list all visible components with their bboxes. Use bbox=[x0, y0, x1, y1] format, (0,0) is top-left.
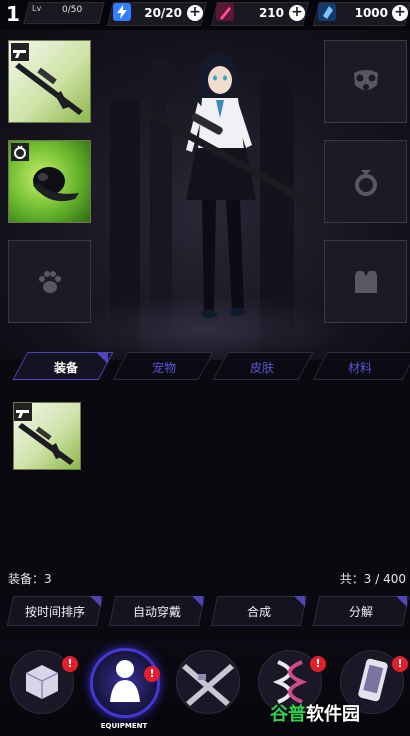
dna-icon bbox=[272, 660, 308, 704]
crystal-value: 1000 bbox=[354, 6, 388, 20]
weapon-slot[interactable] bbox=[8, 40, 91, 123]
watermark-part2: 软件园 bbox=[306, 704, 360, 725]
character-stage bbox=[0, 30, 410, 360]
add-crystal-button[interactable]: + bbox=[392, 5, 408, 21]
sniper-rifle-icon bbox=[18, 423, 74, 465]
dismantle-label: 分解 bbox=[348, 605, 373, 619]
nav-weapons[interactable] bbox=[170, 650, 246, 730]
tab-equipment-label: 装备 bbox=[53, 361, 78, 375]
combine-label: 合成 bbox=[246, 605, 271, 619]
helmet-item-icon bbox=[33, 167, 79, 202]
mask-slot[interactable] bbox=[324, 40, 407, 123]
phone-badge: ! bbox=[392, 656, 408, 672]
shirt-icon bbox=[354, 270, 377, 293]
cube-badge: ! bbox=[62, 656, 78, 672]
top-resource-bar: 1 Lv 0/50 20/20 + 210 + 1000 + bbox=[0, 0, 410, 30]
nav-equipment[interactable]: ! EQUIPMENT bbox=[86, 648, 162, 730]
player-level: 1 bbox=[6, 2, 20, 26]
equip-count: 装备：3 bbox=[8, 572, 52, 586]
tab-materials-label: 材料 bbox=[347, 361, 372, 375]
crystal-icon bbox=[318, 3, 336, 21]
tab-pets-label: 宠物 bbox=[151, 361, 176, 375]
character-model[interactable] bbox=[140, 40, 340, 340]
watermark-part1: 谷普 bbox=[270, 704, 306, 725]
phone-icon bbox=[358, 658, 388, 702]
clothing-slot[interactable] bbox=[324, 240, 407, 323]
add-ammo-button[interactable]: + bbox=[289, 5, 305, 21]
add-energy-button[interactable]: + bbox=[187, 5, 203, 21]
inventory-tabs: 装备 宠物 皮肤 材料 bbox=[0, 352, 410, 382]
pet-slot[interactable] bbox=[8, 240, 91, 323]
total-count: 共：3 / 400 bbox=[339, 572, 406, 586]
ring-icon bbox=[354, 169, 377, 196]
equipment-caption: EQUIPMENT bbox=[100, 722, 148, 730]
energy-value: 20/20 bbox=[144, 6, 182, 20]
lightning-icon bbox=[113, 3, 131, 21]
sniper-rifle-icon bbox=[15, 63, 83, 115]
inventory-item[interactable] bbox=[13, 402, 81, 470]
exp-value: 0/50 bbox=[62, 5, 83, 15]
tab-skins-label: 皮肤 bbox=[249, 361, 274, 375]
auto-equip-label: 自动穿戴 bbox=[132, 605, 181, 619]
equipment-badge: ! bbox=[144, 666, 160, 682]
sort-by-time-label: 按时间排序 bbox=[24, 605, 85, 619]
paw-icon bbox=[38, 270, 61, 293]
bullet-icon bbox=[216, 3, 234, 21]
cube-icon bbox=[25, 665, 59, 699]
nav-cube[interactable]: ! bbox=[4, 650, 80, 730]
level-label: Lv bbox=[32, 4, 42, 13]
watermark: 谷普软件园 bbox=[270, 700, 360, 726]
gas-mask-icon bbox=[353, 69, 378, 90]
ring-slot[interactable] bbox=[324, 140, 407, 223]
character-icon bbox=[110, 660, 140, 702]
crossed-guns-icon bbox=[182, 664, 234, 706]
ammo-value: 210 bbox=[258, 6, 284, 20]
genes-badge: ! bbox=[310, 656, 326, 672]
accessory-slot[interactable] bbox=[8, 140, 91, 223]
